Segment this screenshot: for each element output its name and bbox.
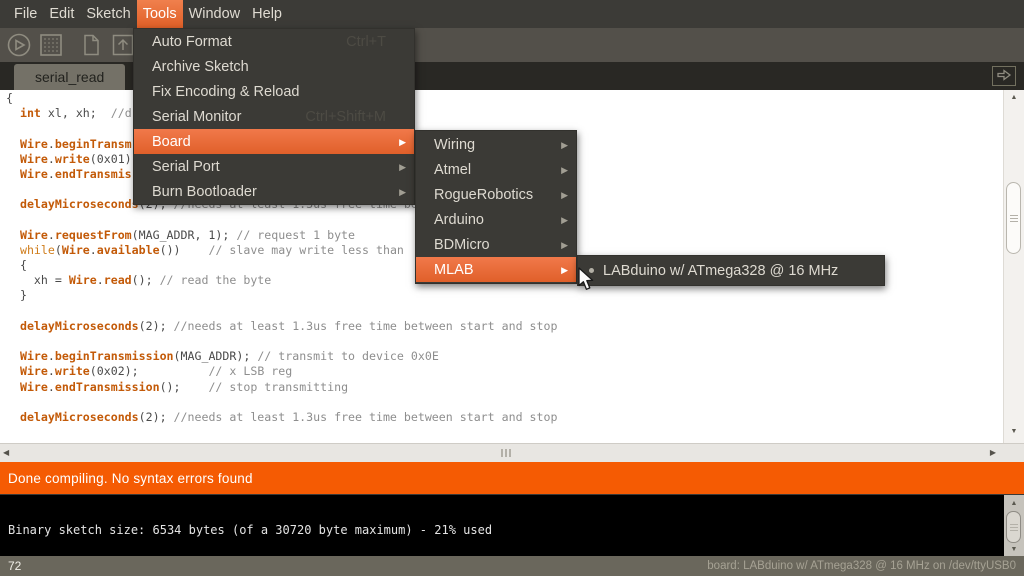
- verify-button[interactable]: [6, 32, 32, 58]
- submenu-arrow-icon: ▶: [561, 240, 568, 251]
- code-line: Wire.beginTransmission(MAG_ADDR); // tra…: [6, 349, 1002, 364]
- board-submenu: Wiring ▶ Atmel ▶ RogueRobotics ▶ Arduino…: [415, 130, 577, 284]
- tools-menu-item-auto-format[interactable]: Auto Format Ctrl+T ▶: [134, 29, 414, 54]
- code-line: Wire.write(0x02); // x LSB reg: [6, 364, 1002, 379]
- tools-menu-item-archive-sketch[interactable]: Archive Sketch ▶: [134, 54, 414, 79]
- tools-menu: Auto Format Ctrl+T ▶ Archive Sketch ▶ Fi…: [133, 28, 415, 205]
- menubar-item-tools[interactable]: Tools: [137, 0, 183, 28]
- scroll-up-icon[interactable]: ▲: [1004, 94, 1024, 101]
- horizontal-scroll-strip[interactable]: ◀ ▶: [0, 443, 1024, 462]
- verify-icon: [6, 32, 32, 61]
- console-text: Binary sketch size: 6534 bytes (of a 307…: [8, 523, 492, 537]
- editor-vertical-scrollbar[interactable]: ▲ ▼: [1003, 90, 1024, 443]
- code-line: delayMicroseconds(2); //needs at least 1…: [6, 319, 1002, 334]
- console-scrollbar-thumb[interactable]: [1006, 511, 1021, 543]
- console-scroll-down-icon[interactable]: ▼: [1004, 546, 1024, 553]
- submenu-arrow-icon: ▶: [561, 140, 568, 151]
- menubar-item-sketch[interactable]: Sketch: [80, 0, 136, 28]
- board-submenu-item-mlab[interactable]: MLAB ▶: [416, 257, 576, 282]
- menubar: FileEditSketchToolsWindowHelp: [0, 0, 1024, 28]
- board-submenu-item-wiring[interactable]: Wiring ▶: [416, 132, 576, 157]
- new-sketch-button[interactable]: [78, 32, 104, 58]
- code-line: [6, 304, 1002, 319]
- stop-icon: [38, 32, 64, 61]
- code-line: Wire.endTransmission(); // stop transmit…: [6, 380, 1002, 395]
- code-line: delayMicroseconds(2); //needs at least 1…: [6, 410, 1002, 425]
- submenu-arrow-icon: ▶: [399, 137, 406, 148]
- new-sketch-icon: [78, 32, 104, 61]
- tools-menu-item-board[interactable]: Board ▶: [134, 129, 414, 154]
- tab-menu-arrow-icon: [996, 68, 1012, 85]
- console-output: Binary sketch size: 6534 bytes (of a 307…: [0, 494, 1024, 556]
- menubar-item-file[interactable]: File: [8, 0, 43, 28]
- code-line: [6, 395, 1002, 410]
- console-scroll-up-icon[interactable]: ▲: [1004, 500, 1024, 507]
- scroll-down-icon[interactable]: ▼: [1004, 428, 1024, 435]
- submenu-arrow-icon: ▶: [561, 190, 568, 201]
- tools-menu-item-burn-bootloader[interactable]: Burn Bootloader ▶: [134, 179, 414, 204]
- code-line: [6, 334, 1002, 349]
- menubar-item-window[interactable]: Window: [183, 0, 247, 28]
- submenu-arrow-icon: ▶: [561, 165, 568, 176]
- status-message-bar: Done compiling. No syntax errors found: [0, 462, 1024, 494]
- board-submenu-item-arduino[interactable]: Arduino ▶: [416, 207, 576, 232]
- submenu-arrow-icon: ▶: [561, 265, 568, 276]
- tools-menu-item-fix-encoding-reload[interactable]: Fix Encoding & Reload ▶: [134, 79, 414, 104]
- compile-status-text: Done compiling. No syntax errors found: [8, 471, 253, 486]
- tab-menu-button[interactable]: [992, 66, 1016, 86]
- submenu-arrow-icon: ▶: [399, 187, 406, 198]
- tools-menu-item-serial-monitor[interactable]: Serial Monitor Ctrl+Shift+M ▶: [134, 104, 414, 129]
- board-submenu-item-roguerobotics[interactable]: RogueRobotics ▶: [416, 182, 576, 207]
- tools-menu-item-serial-port[interactable]: Serial Port ▶: [134, 154, 414, 179]
- scroll-right-icon[interactable]: ▶: [990, 448, 996, 457]
- submenu-arrow-icon: ▶: [561, 215, 568, 226]
- console-scrollbar[interactable]: ▲ ▼: [1004, 495, 1024, 556]
- pane-splitter-handle[interactable]: [501, 449, 511, 457]
- footer-statusbar: 72 board: LABduino w/ ATmega328 @ 16 MHz…: [0, 556, 1024, 576]
- scrollbar-grip-icon: [1010, 522, 1018, 533]
- submenu-arrow-icon: ▶: [399, 162, 406, 173]
- mlab-submenu-item-labduino[interactable]: LABduino w/ ATmega328 @ 16 MHz: [578, 256, 884, 285]
- stop-button[interactable]: [38, 32, 64, 58]
- arduino-ide-window: FileEditSketchToolsWindowHelp serial_rea…: [0, 0, 1024, 576]
- line-number-indicator: 72: [8, 559, 21, 573]
- scrollbar-grip-icon: [1010, 213, 1018, 224]
- board-port-indicator: board: LABduino w/ ATmega328 @ 16 MHz on…: [707, 560, 1016, 572]
- board-submenu-item-bdmicro[interactable]: BDMicro ▶: [416, 232, 576, 257]
- mlab-submenu: LABduino w/ ATmega328 @ 16 MHz: [577, 255, 885, 286]
- editor-scrollbar-thumb[interactable]: [1006, 182, 1021, 254]
- menubar-item-edit[interactable]: Edit: [43, 0, 80, 28]
- board-submenu-item-atmel[interactable]: Atmel ▶: [416, 157, 576, 182]
- mouse-cursor: [577, 267, 596, 298]
- code-line: }: [6, 288, 1002, 303]
- scroll-left-icon[interactable]: ◀: [3, 448, 9, 457]
- menu-shortcut-label: Ctrl+Shift+M: [305, 109, 406, 125]
- menubar-item-help[interactable]: Help: [246, 0, 288, 28]
- tab-serial-read[interactable]: serial_read: [14, 64, 125, 90]
- menu-shortcut-label: Ctrl+T: [346, 34, 406, 50]
